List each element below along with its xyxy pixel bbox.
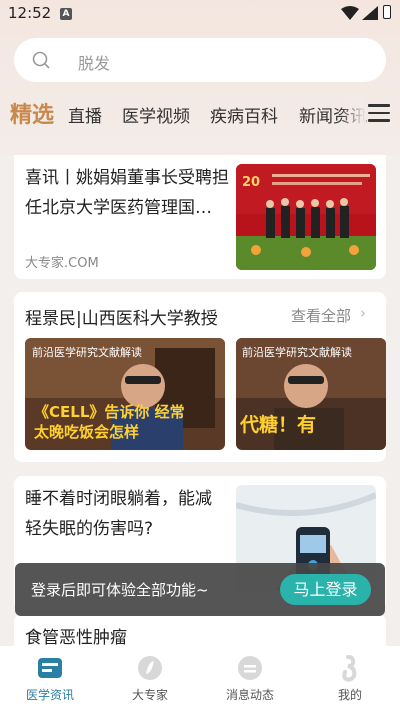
tab-disease-wiki[interactable]: 疾病百科: [210, 102, 278, 127]
nav-profile[interactable]: 我的: [300, 646, 400, 712]
category-tabs: 精选 直播 医学视频 疾病百科 新闻资讯: [0, 96, 400, 136]
nav-label: 医学资讯: [25, 688, 74, 702]
article-source: 大专家.COM: [25, 256, 99, 271]
nav-label: 消息动态: [225, 688, 274, 702]
chevron-right-icon[interactable]: ›: [360, 304, 366, 322]
expert-card: 程景民|山西医科大学教授 查看全部 › 前沿医学研究文献解读 《CELL》告诉你…: [14, 292, 386, 462]
nav-label: 我的: [337, 688, 362, 702]
status-bar: 12:52 A: [0, 0, 400, 28]
tab-live[interactable]: 直播: [68, 102, 102, 127]
status-time: 12:52: [8, 4, 52, 22]
profile-icon: [342, 655, 357, 682]
news-icon: [38, 658, 62, 678]
video-overlay-text: 《CELL》告诉你 经常太晚吃饭会怎样: [34, 403, 185, 441]
article-card[interactable]: 喜讯丨姚娟娟董事长受聘担任北京大学医药管理国… 大专家.COM 20: [14, 155, 386, 279]
search-bar[interactable]: 脱发: [14, 38, 386, 82]
article-title: 睡不着时闭眼躺着，能减轻失眠的伤害吗?: [25, 489, 212, 539]
article-title: 食管恶性肿瘤: [25, 628, 127, 648]
nav-label: 大专家: [131, 688, 168, 702]
video-top-caption: 前沿医学研究文献解读: [32, 346, 142, 359]
toast-message: 登录后即可体验全部功能~: [31, 581, 209, 599]
nav-messages[interactable]: 消息动态: [200, 646, 300, 712]
wifi-icon: [341, 6, 359, 20]
expert-title: 程景民|山西医科大学教授: [25, 309, 218, 329]
message-icon: [238, 656, 262, 680]
nav-medical-news[interactable]: 医学资讯: [0, 646, 100, 712]
article-thumbnail: 20: [236, 164, 376, 270]
svg-text:20: 20: [242, 175, 260, 190]
nav-expert[interactable]: 大专家: [100, 646, 200, 712]
video-top-caption: 前沿医学研究文献解读: [242, 346, 352, 359]
signal-icon: [362, 6, 378, 20]
menu-icon[interactable]: [368, 104, 390, 124]
expert-icon: [138, 656, 162, 680]
video-overlay-text: 代糖！有: [240, 414, 317, 436]
search-icon: [32, 51, 50, 69]
battery-icon: [383, 5, 391, 19]
article-title: 喜讯丨姚娟娟董事长受聘担任北京大学医药管理国…: [25, 168, 229, 218]
login-toast: 登录后即可体验全部功能~ 马上登录: [15, 563, 385, 616]
notification-icon: A: [60, 8, 72, 20]
login-button[interactable]: 马上登录: [280, 574, 371, 605]
bottom-nav: 医学资讯 大专家 消息动态 我的: [0, 646, 400, 712]
tab-medical-video[interactable]: 医学视频: [122, 102, 190, 127]
header-area: 12:52 A 脱发 精选 直播 医学视频 疾病百科 新闻资讯: [0, 0, 400, 155]
view-all-link[interactable]: 查看全部: [291, 305, 351, 326]
tab-featured[interactable]: 精选: [10, 97, 54, 129]
search-placeholder: 脱发: [78, 54, 111, 73]
